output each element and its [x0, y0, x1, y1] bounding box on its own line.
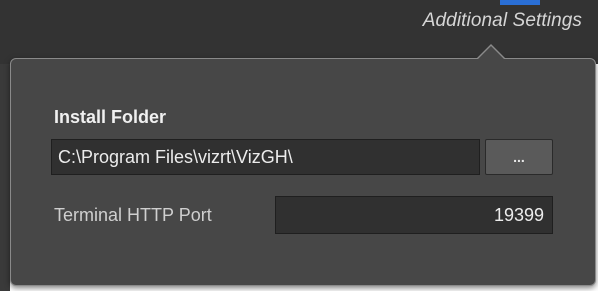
terminal-http-port-input[interactable] [275, 196, 553, 234]
terminal-http-port-label: Terminal HTTP Port [54, 205, 212, 225]
popup-pointer [477, 46, 505, 60]
left-edge-panel [0, 64, 10, 291]
accent-fragment [500, 0, 540, 5]
install-folder-label: Install Folder [54, 107, 167, 127]
browse-folder-button[interactable]: ... [485, 139, 553, 175]
additional-settings-link[interactable]: Additional Settings [423, 10, 582, 32]
additional-settings-popup: Install Folder ... Terminal HTTP Port [10, 58, 596, 286]
install-folder-input[interactable] [51, 139, 480, 175]
